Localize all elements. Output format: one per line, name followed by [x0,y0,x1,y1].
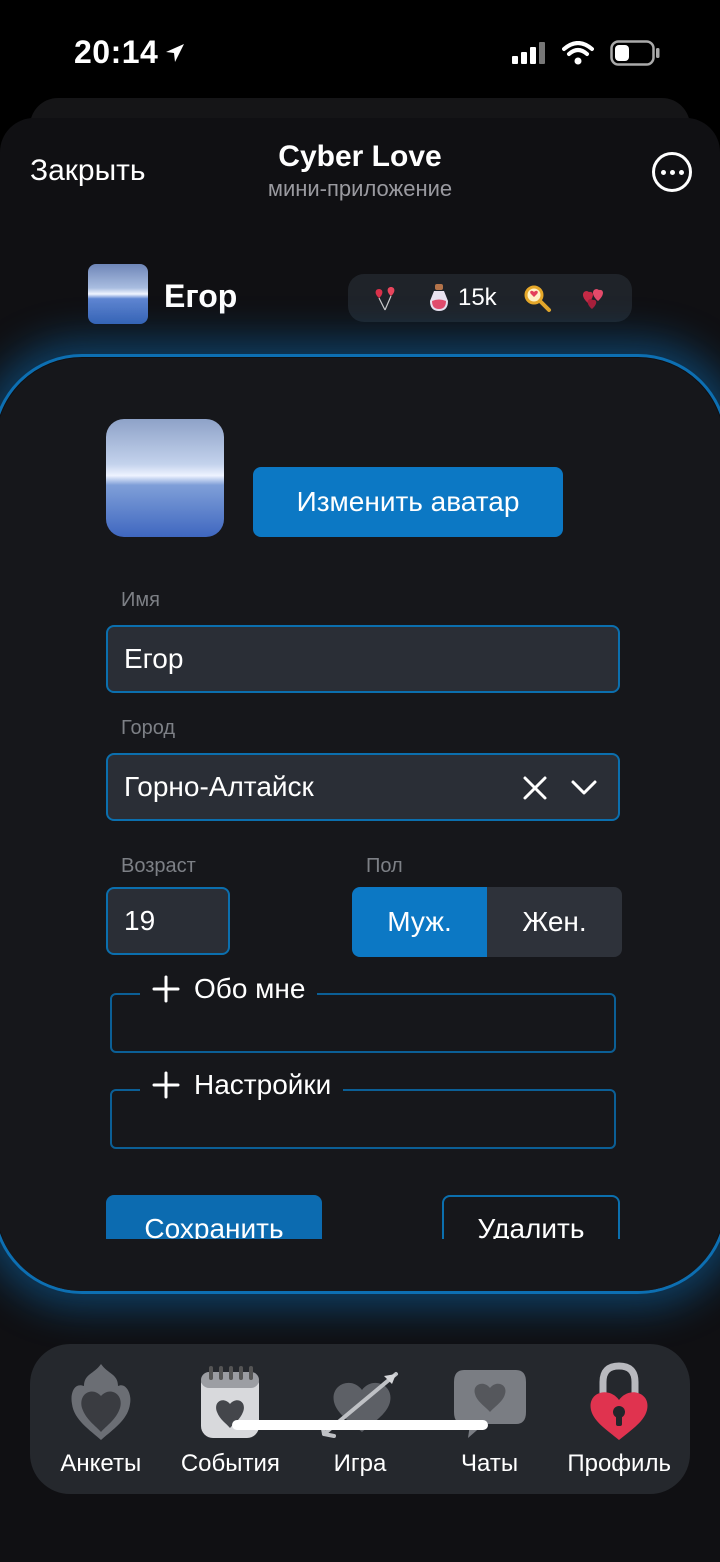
app-title: Cyber Love [278,140,442,173]
settings-section[interactable]: Настройки [110,1069,616,1149]
about-section[interactable]: Обо мне [110,973,616,1053]
age-label: Возраст [121,855,196,877]
stat-value: 15k [457,284,497,311]
city-label: Город [121,717,176,739]
nav-item-sobytiya[interactable]: События [167,1360,293,1478]
status-bar: 20:14 [0,0,720,100]
status-time: 20:14 [74,34,159,70]
bottom-nav: Анкеты События Игра Чаты Профиль [30,1344,690,1494]
wifi-icon [562,41,594,65]
profile-avatar[interactable] [106,419,224,537]
name-label: Имя [121,589,160,611]
city-value: Горно-Алтайск [124,771,314,802]
nav-label: Игра [333,1450,387,1477]
signal-icon [512,42,545,64]
hearts-icon [583,289,604,309]
potion-bottle-icon [429,284,448,311]
nav-item-chaty[interactable]: Чаты [427,1360,553,1478]
name-field[interactable]: Егор [106,625,620,693]
plus-icon [152,975,180,1003]
settings-section-label: Настройки [194,1069,332,1100]
gender-label: Пол [366,855,403,877]
stat-item [371,283,401,313]
gender-option-female[interactable]: Жен. [487,887,622,957]
more-options-icon[interactable] [652,152,692,192]
name-value: Егор [124,643,184,674]
nav-item-ankety[interactable]: Анкеты [38,1360,164,1478]
home-indicator[interactable] [232,1420,488,1430]
stat-item [577,283,609,313]
app-subtitle: мини-приложение [267,176,453,201]
city-select[interactable]: Горно-Алтайск [106,753,620,821]
heart-lock-icon [590,1362,648,1440]
mini-app-sheet: Закрыть Cyber Love мини-приложение Егор … [0,118,720,1562]
magnifier-icon [524,285,551,312]
scroll-fade [0,1239,720,1291]
nav-label: События [180,1450,280,1477]
nav-item-profil[interactable]: Профиль [556,1360,682,1478]
battery-icon [610,40,660,66]
stats-bar[interactable]: 15k [348,274,632,322]
status-time-group: 20:14 [74,34,186,71]
heart-balloons-icon [375,287,395,311]
calendar-heart-icon [201,1366,260,1438]
nav-label: Профиль [567,1450,671,1477]
avatar [88,264,148,324]
status-indicators [512,40,660,66]
gender-option-male[interactable]: Муж. [352,887,487,957]
about-section-header[interactable]: Обо мне [140,973,318,1005]
location-arrow-icon [166,43,185,62]
nav-item-igra[interactable]: Игра [297,1360,423,1478]
nav-label: Чаты [461,1450,519,1477]
change-avatar-button[interactable]: Изменить аватар [253,467,563,537]
fire-heart-icon [71,1364,131,1440]
user-name: Егор [164,278,238,314]
settings-section-header[interactable]: Настройки [140,1069,344,1101]
nav-label: Анкеты [60,1450,142,1477]
chat-heart-icon [453,1370,526,1438]
stat-item: 15k [426,283,497,313]
gender-toggle[interactable]: Муж. Жен. [352,887,622,957]
age-field[interactable]: 19 [106,887,230,955]
age-value: 19 [124,905,156,936]
about-section-label: Обо мне [194,973,306,1004]
arrow-heart-icon [319,1372,398,1438]
profile-card: Изменить аватар Имя Егор Город Горно-Алт… [0,354,720,1294]
chevron-down-icon[interactable] [570,779,598,797]
plus-icon [152,1071,180,1099]
clear-icon[interactable] [522,775,548,801]
stat-item [522,283,552,313]
